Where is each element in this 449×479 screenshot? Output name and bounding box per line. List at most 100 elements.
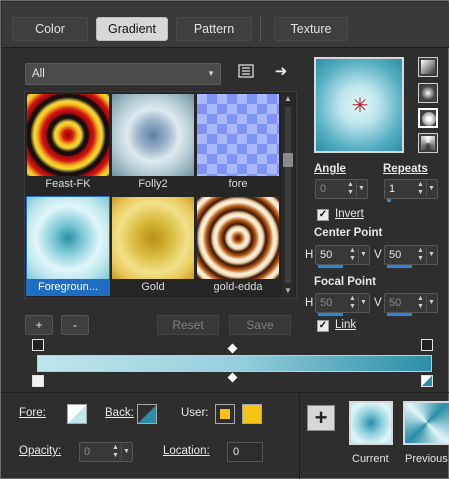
remove-gradient-button[interactable]: - — [61, 315, 89, 335]
radial-style-button[interactable] — [418, 133, 438, 153]
gallery-item-label: Gold — [141, 281, 165, 293]
chevron-down-icon[interactable]: ▼ — [358, 247, 368, 263]
stepper-icon[interactable]: ▲ ▼ — [416, 247, 425, 263]
chevron-down-icon[interactable]: ▼ — [426, 295, 436, 311]
user-label: User: — [181, 407, 209, 419]
gallery-scrollbar[interactable]: ▲ ▼ — [282, 93, 294, 297]
stepper-icon[interactable]: ▲ ▼ — [348, 295, 357, 311]
center-v-input[interactable]: 50 ▲ ▼ ▼ — [384, 245, 438, 268]
fore-swatch[interactable] — [67, 404, 87, 424]
stepper-icon[interactable]: ▲ ▼ — [111, 444, 120, 460]
center-h-input[interactable]: 50 ▲ ▼ ▼ — [315, 245, 370, 268]
radial-gradient-icon — [421, 136, 435, 150]
reset-button[interactable]: Reset — [157, 315, 219, 335]
section-divider — [2, 392, 449, 393]
add-gradient-button[interactable]: + — [25, 315, 53, 335]
transparency-midpoint[interactable] — [227, 343, 238, 354]
tab-pattern[interactable]: Pattern — [176, 17, 252, 41]
sunburst-gradient-icon — [422, 112, 436, 126]
gallery-item-feast-fk[interactable]: Feast-FK — [26, 93, 110, 193]
fore-label: Fore: — [19, 407, 46, 419]
link-label: Link — [335, 319, 357, 331]
arrow-right-icon[interactable]: ➜ — [272, 63, 290, 81]
repeats-value: 1 — [389, 183, 396, 195]
gallery-item-gold-edda[interactable]: gold-edda — [196, 196, 280, 296]
chevron-down-icon[interactable]: ▼ — [358, 295, 368, 311]
gallery-item-label: Foregroun... — [38, 281, 98, 293]
section-divider-vertical — [299, 393, 300, 479]
gallery-item-label: Feast-FK — [45, 178, 91, 190]
stepper-icon[interactable]: ▲ ▼ — [416, 295, 425, 311]
invert-checkbox[interactable]: ✓ — [317, 209, 329, 221]
gallery-item-label: Folly2 — [138, 178, 168, 190]
user-color-swatch[interactable] — [242, 404, 262, 424]
tab-separator — [260, 16, 261, 42]
chevron-down-icon[interactable]: ▼ — [356, 181, 366, 197]
tab-color[interactable]: Color — [12, 17, 88, 41]
current-label: Current — [352, 453, 389, 465]
color-stop-start[interactable] — [32, 375, 44, 387]
gallery-item-gold[interactable]: Gold — [111, 196, 195, 296]
location-label: Location: — [163, 445, 210, 457]
chevron-down-icon[interactable]: ▼ — [121, 444, 131, 460]
angle-input[interactable]: 0 ▲ ▼ ▼ — [315, 179, 368, 199]
transparency-stop-end[interactable] — [421, 339, 433, 351]
gallery-item-foreground[interactable]: Foregroun... — [26, 196, 110, 296]
save-button[interactable]: Save — [229, 315, 291, 335]
add-to-swatches-button[interactable]: + — [307, 405, 335, 431]
color-stop-end[interactable] — [421, 375, 433, 387]
linear-gradient-icon — [421, 60, 435, 74]
category-value: All — [32, 68, 45, 80]
tab-bar: Color Gradient Pattern Texture — [2, 2, 449, 48]
transparency-stop-start[interactable] — [32, 339, 44, 351]
gallery-item-fore[interactable]: fore — [196, 93, 280, 193]
center-v-level-bar — [387, 265, 412, 268]
rectangular-style-button[interactable] — [418, 83, 438, 103]
repeats-input[interactable]: 1 ▲ ▼ ▼ — [384, 179, 438, 202]
chevron-down-icon[interactable]: ▼ — [426, 181, 436, 197]
focal-h-value: 50 — [320, 297, 333, 309]
back-swatch[interactable] — [137, 404, 157, 424]
link-checkbox[interactable]: ✓ — [317, 320, 329, 332]
scroll-track[interactable] — [285, 107, 291, 283]
scroll-down-icon[interactable]: ▼ — [282, 285, 294, 297]
focal-h-input[interactable]: 50 ▲ ▼ ▼ — [315, 293, 370, 316]
opacity-input[interactable]: 0 ▲ ▼ ▼ — [79, 442, 133, 462]
rectangular-gradient-icon — [421, 86, 435, 100]
gallery-item-label: fore — [228, 178, 248, 190]
gradient-preview[interactable]: ✳ — [314, 57, 404, 153]
stepper-icon[interactable]: ▲ ▼ — [346, 181, 355, 197]
chevron-down-icon[interactable]: ▼ — [426, 247, 436, 263]
location-input[interactable]: 0 — [227, 442, 263, 462]
angle-label: Angle — [314, 163, 346, 175]
focal-h-label: H — [305, 297, 314, 309]
resource-manager-icon[interactable] — [237, 63, 255, 81]
tab-gradient[interactable]: Gradient — [96, 17, 168, 41]
scroll-thumb[interactable] — [283, 153, 293, 167]
gradient-bar[interactable] — [37, 355, 432, 372]
scroll-up-icon[interactable]: ▲ — [282, 93, 294, 105]
material-properties-panel: Color Gradient Pattern Texture All ▼ ➜ F… — [0, 0, 449, 479]
angle-value: 0 — [320, 183, 327, 195]
category-dropdown[interactable]: All ▼ — [25, 63, 221, 85]
gradient-thumbnail — [27, 94, 109, 176]
stepper-icon[interactable]: ▲ ▼ — [348, 247, 357, 263]
repeats-label: Repeats — [383, 163, 428, 175]
previous-gradient-swatch[interactable] — [403, 401, 449, 445]
gallery-item-folly2[interactable]: Folly2 — [111, 93, 195, 193]
gallery-item-label: gold-edda — [213, 281, 263, 293]
gradient-thumbnail — [112, 197, 194, 279]
user-swatch-frame[interactable] — [215, 404, 235, 424]
current-gradient-swatch[interactable] — [349, 401, 393, 445]
color-midpoint[interactable] — [227, 372, 238, 383]
center-v-label: V — [374, 249, 382, 261]
center-point-crosshair-icon[interactable]: ✳ — [350, 96, 370, 116]
center-v-value: 50 — [389, 249, 402, 261]
sunburst-style-button[interactable] — [418, 108, 438, 128]
stepper-icon[interactable]: ▲ ▼ — [416, 181, 425, 197]
linear-style-button[interactable] — [418, 57, 438, 77]
tab-texture[interactable]: Texture — [274, 17, 348, 41]
focal-v-input[interactable]: 50 ▲ ▼ ▼ — [384, 293, 438, 316]
gradient-thumbnail — [197, 197, 279, 279]
center-h-label: H — [305, 249, 314, 261]
